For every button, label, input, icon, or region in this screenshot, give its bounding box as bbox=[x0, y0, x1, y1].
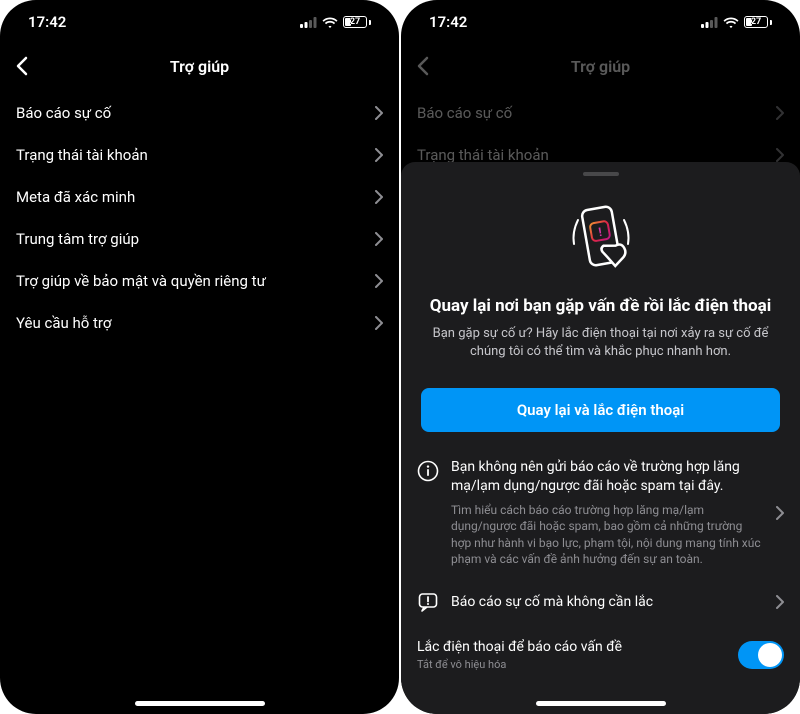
sheet-description: Bạn gặp sự cố ư? Hãy lắc điện thoại tại … bbox=[429, 325, 772, 360]
nav-header: Trợ giúp bbox=[0, 44, 399, 88]
toggle-text: Lắc điện thoại để báo cáo vấn đề Tắt để … bbox=[417, 639, 738, 671]
chevron-right-icon bbox=[776, 595, 784, 609]
sheet-drag-handle[interactable] bbox=[583, 172, 619, 176]
list-item-label: Báo cáo sự cố bbox=[16, 104, 111, 122]
chevron-right-icon bbox=[375, 106, 383, 120]
shake-to-report-toggle-row: Lắc điện thoại để báo cáo vấn đề Tắt để … bbox=[401, 627, 800, 671]
info-title: Bạn không nên gửi báo cáo về trường hợp … bbox=[451, 458, 764, 496]
toggle-subtitle: Tắt để vô hiệu hóa bbox=[417, 658, 738, 671]
list-item-support-requests[interactable]: Yêu cầu hỗ trợ bbox=[0, 302, 399, 344]
list-item-privacy-security-help[interactable]: Trợ giúp về bảo mật và quyền riêng tư bbox=[0, 260, 399, 302]
list-item-label: Trợ giúp về bảo mật và quyền riêng tư bbox=[16, 272, 266, 290]
list-item-help-center[interactable]: Trung tâm trợ giúp bbox=[0, 218, 399, 260]
wifi-icon bbox=[322, 17, 338, 28]
info-circle-icon bbox=[417, 460, 439, 482]
chevron-right-icon bbox=[375, 316, 383, 330]
cellular-signal-icon bbox=[300, 17, 317, 28]
button-label: Quay lại và lắc điện thoại bbox=[517, 401, 684, 419]
list-item-label: Meta đã xác minh bbox=[16, 188, 135, 206]
shake-to-report-switch[interactable] bbox=[738, 641, 784, 669]
abuse-report-info-row[interactable]: Bạn không nên gửi báo cáo về trường hợp … bbox=[401, 446, 800, 577]
chevron-right-icon bbox=[375, 148, 383, 162]
bottom-sheet: ! Quay lại nơi bạn gặp vấn đề rồi lắc bbox=[401, 162, 800, 714]
info-subtitle: Tìm hiểu cách báo cáo trường hợp lăng mạ… bbox=[451, 502, 764, 567]
status-right: 27 bbox=[300, 16, 371, 28]
report-bubble-icon bbox=[417, 591, 439, 613]
chevron-right-icon bbox=[375, 190, 383, 204]
bottom-sheet-backdrop[interactable]: ! Quay lại nơi bạn gặp vấn đề rồi lắc bbox=[401, 0, 800, 714]
go-back-and-shake-button[interactable]: Quay lại và lắc điện thoại bbox=[421, 388, 780, 432]
page-title: Trợ giúp bbox=[170, 57, 229, 76]
list-item-label: Trạng thái tài khoản bbox=[16, 146, 148, 164]
list-item-label: Trung tâm trợ giúp bbox=[16, 230, 139, 248]
back-button[interactable] bbox=[16, 56, 28, 76]
status-bar: 17:42 27 bbox=[0, 0, 399, 44]
list-item-meta-verified[interactable]: Meta đã xác minh bbox=[0, 176, 399, 218]
toggle-label: Lắc điện thoại để báo cáo vấn đề bbox=[417, 639, 738, 655]
chevron-right-icon bbox=[375, 274, 383, 288]
chevron-right-icon bbox=[375, 232, 383, 246]
report-without-shake-row[interactable]: Báo cáo sự cố mà không cần lắc bbox=[401, 577, 800, 627]
sheet-title: Quay lại nơi bạn gặp vấn đề rồi lắc điện… bbox=[429, 296, 772, 317]
sheet-hero: ! Quay lại nơi bạn gặp vấn đề rồi lắc bbox=[401, 184, 800, 374]
list-item-label: Yêu cầu hỗ trợ bbox=[16, 314, 111, 332]
phone-left: 17:42 27 Trợ giúp Báo cáo sự cố Trạng th… bbox=[0, 0, 399, 714]
switch-knob bbox=[758, 643, 782, 667]
shake-phone-illustration-icon: ! bbox=[429, 192, 772, 282]
info-text: Bạn không nên gửi báo cáo về trường hợp … bbox=[451, 458, 764, 567]
phone-right: 17:42 27 Trợ giúp Báo cáo sự cố Trạng th… bbox=[401, 0, 800, 714]
status-time: 17:42 bbox=[28, 13, 66, 31]
chevron-right-icon bbox=[776, 506, 784, 520]
list-item-account-status[interactable]: Trạng thái tài khoản bbox=[0, 134, 399, 176]
help-list: Báo cáo sự cố Trạng thái tài khoản Meta … bbox=[0, 88, 399, 714]
list-item-report-issue[interactable]: Báo cáo sự cố bbox=[0, 92, 399, 134]
report-label: Báo cáo sự cố mà không cần lắc bbox=[451, 594, 764, 610]
home-indicator[interactable] bbox=[536, 701, 666, 706]
home-indicator[interactable] bbox=[135, 701, 265, 706]
battery-icon: 27 bbox=[343, 16, 371, 28]
